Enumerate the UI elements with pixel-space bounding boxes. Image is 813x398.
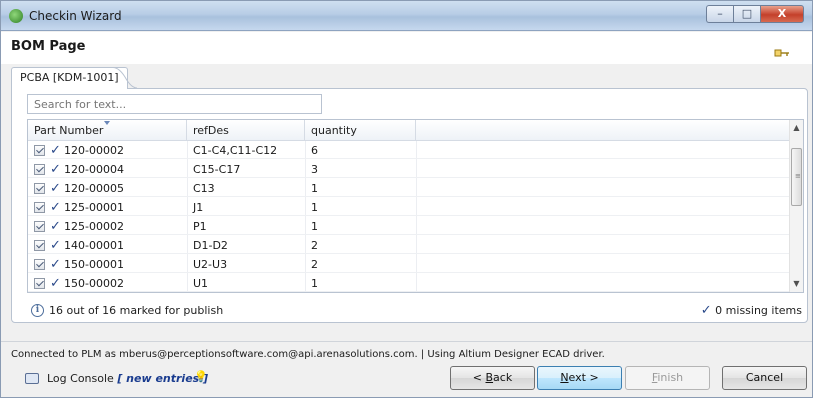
table-row[interactable]: ✓ 150-00001 U2-U3 2: [28, 256, 791, 273]
cancel-button[interactable]: Cancel: [722, 366, 807, 390]
refdes-cell: C1-C4,C11-C12: [193, 144, 278, 157]
refdes-cell: C13: [193, 182, 215, 195]
part-number-cell: 150-00002: [64, 277, 124, 290]
table-row[interactable]: ✓ 125-00002 P1 1: [28, 218, 791, 235]
missing-items-label: 0 missing items: [715, 304, 802, 317]
title-bar[interactable]: Checkin Wizard – □ X: [1, 1, 812, 31]
row-checkbox[interactable]: [34, 240, 45, 251]
checkmark-icon: ✓: [50, 162, 61, 177]
vertical-scrollbar[interactable]: ▲ ≡ ▼: [789, 120, 803, 292]
bom-table: Part Number refDes quantity ✓ 120-00002 C1…: [27, 119, 804, 293]
row-checkbox[interactable]: [34, 145, 45, 156]
row-checkbox[interactable]: [34, 221, 45, 232]
column-header-refdes[interactable]: refDes: [187, 120, 305, 141]
refdes-cell: U1: [193, 277, 209, 290]
checkmark-icon: ✓: [50, 276, 61, 291]
checkmark-icon: ✓: [50, 143, 61, 158]
grip-icon: ≡: [795, 172, 801, 180]
minimize-button[interactable]: –: [706, 5, 733, 23]
part-number-cell: 120-00004: [64, 163, 124, 176]
checkmark-icon: ✓: [50, 257, 61, 272]
log-console-label: Log Console: [47, 372, 114, 385]
refdes-cell: P1: [193, 220, 207, 233]
table-row[interactable]: ✓ 150-00002 U1 1: [28, 275, 791, 292]
table-row[interactable]: ✓ 120-00005 C13 1: [28, 180, 791, 197]
column-header-quantity[interactable]: quantity: [305, 120, 416, 141]
row-checkbox[interactable]: [34, 259, 45, 270]
quantity-cell: 2: [311, 258, 318, 271]
key-icon: [774, 49, 789, 57]
quantity-cell: 1: [311, 220, 318, 233]
refdes-cell: D1-D2: [193, 239, 228, 252]
scroll-up-arrow-icon[interactable]: ▲: [790, 120, 803, 136]
page-header: BOM Page: [1, 32, 812, 64]
scroll-down-arrow-icon[interactable]: ▼: [790, 276, 803, 292]
quantity-cell: 1: [311, 182, 318, 195]
connection-status: Connected to PLM as mberus@perceptionsof…: [11, 349, 605, 360]
row-checkbox[interactable]: [34, 164, 45, 175]
table-header: Part Number refDes quantity: [28, 120, 791, 141]
info-icon: i: [31, 304, 44, 317]
part-number-cell: 120-00002: [64, 144, 124, 157]
tab-pcba[interactable]: PCBA [KDM-1001]: [11, 67, 128, 89]
lightbulb-icon: 💡: [194, 370, 208, 383]
missing-items-status: ✓ 0 missing items: [701, 303, 802, 318]
quantity-cell: 2: [311, 239, 318, 252]
app-icon: [9, 9, 23, 23]
checkin-wizard-window: Checkin Wizard – □ X BOM Page PCBA [KDM-…: [0, 0, 813, 398]
checkmark-icon: ✓: [50, 238, 61, 253]
quantity-cell: 1: [311, 277, 318, 290]
close-button[interactable]: X: [760, 5, 804, 23]
finish-button[interactable]: Finish: [625, 366, 710, 390]
refdes-cell: C15-C17: [193, 163, 241, 176]
marked-status: 16 out of 16 marked for publish: [49, 304, 224, 317]
tab-edge: [113, 67, 137, 89]
scrollbar-thumb[interactable]: ≡: [791, 148, 802, 206]
quantity-cell: 1: [311, 201, 318, 214]
maximize-button[interactable]: □: [733, 5, 760, 23]
part-number-cell: 150-00001: [64, 258, 124, 271]
refdes-cell: U2-U3: [193, 258, 228, 271]
checkmark-icon: ✓: [50, 200, 61, 215]
checkmark-icon: ✓: [700, 303, 712, 318]
checkmark-icon: ✓: [50, 219, 61, 234]
refdes-cell: J1: [193, 201, 204, 214]
back-button[interactable]: < Back: [450, 366, 535, 390]
next-button[interactable]: Next >: [537, 366, 622, 390]
table-row[interactable]: ✓ 120-00004 C15-C17 3: [28, 161, 791, 178]
part-number-cell: 125-00001: [64, 201, 124, 214]
quantity-cell: 6: [311, 144, 318, 157]
table-row[interactable]: ✓ 140-00001 D1-D2 2: [28, 237, 791, 254]
search-input[interactable]: [27, 94, 322, 114]
checkmark-icon: ✓: [50, 181, 61, 196]
row-checkbox[interactable]: [34, 278, 45, 289]
page-title: BOM Page: [11, 39, 86, 54]
window-title: Checkin Wizard: [29, 9, 122, 23]
table-row[interactable]: ✓ 125-00001 J1 1: [28, 199, 791, 216]
sort-arrow-icon: [104, 121, 110, 125]
console-icon[interactable]: [25, 373, 39, 384]
part-number-cell: 120-00005: [64, 182, 124, 195]
row-checkbox[interactable]: [34, 183, 45, 194]
row-checkbox[interactable]: [34, 202, 45, 213]
window-controls: – □ X: [706, 5, 804, 23]
table-row[interactable]: ✓ 120-00002 C1-C4,C11-C12 6: [28, 142, 791, 159]
part-number-cell: 125-00002: [64, 220, 124, 233]
column-header-part-number[interactable]: Part Number: [28, 120, 187, 141]
log-console-link[interactable]: Log Console [ new entries ]: [47, 372, 208, 385]
quantity-cell: 3: [311, 163, 318, 176]
part-number-cell: 140-00001: [64, 239, 124, 252]
footer-divider: [1, 341, 812, 342]
